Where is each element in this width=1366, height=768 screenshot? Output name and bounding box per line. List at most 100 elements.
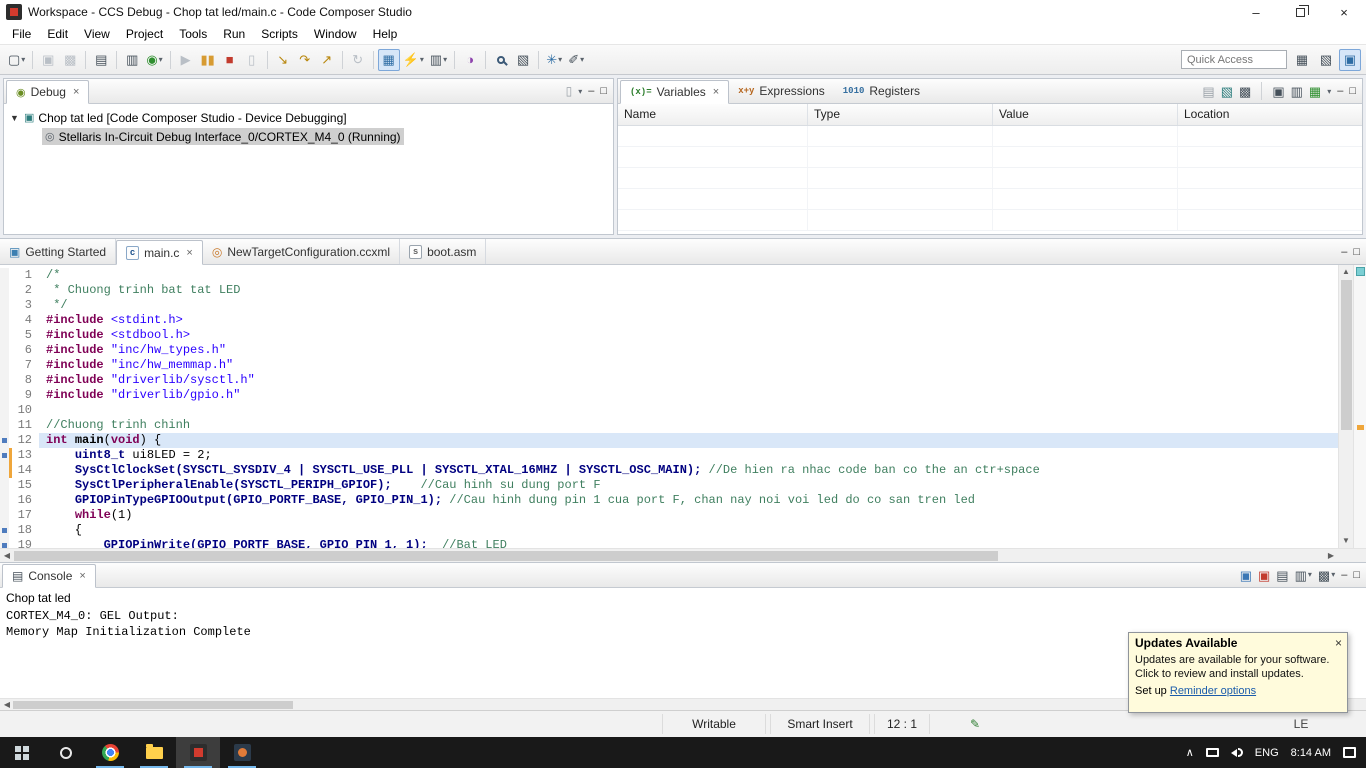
table-row[interactable]	[618, 210, 1362, 231]
menu-file[interactable]: File	[4, 24, 39, 44]
dropdown-arrow-icon[interactable]: ▾	[443, 55, 447, 64]
overview-ruler[interactable]	[1353, 265, 1366, 548]
code-line[interactable]: 11//Chuong trinh chinh	[0, 418, 1338, 433]
tab-registers[interactable]: 1010 Registers	[834, 79, 929, 103]
line-number[interactable]: 4	[9, 313, 39, 328]
tab-main-c[interactable]: c main.c ×	[116, 240, 203, 265]
minimize-view-icon[interactable]: –	[1341, 246, 1347, 258]
menu-tools[interactable]: Tools	[171, 24, 215, 44]
code-line[interactable]: 1/*	[0, 268, 1338, 283]
line-number[interactable]: 12	[9, 433, 39, 448]
line-number[interactable]: 10	[9, 403, 39, 418]
table-row[interactable]	[618, 189, 1362, 210]
line-number[interactable]: 1	[9, 268, 39, 283]
tab-debug[interactable]: ◉ Debug ×	[6, 80, 89, 104]
restore-icon[interactable]	[1278, 0, 1322, 24]
annotation-marker-cyan[interactable]	[1356, 267, 1365, 276]
line-number[interactable]: 7	[9, 358, 39, 373]
open-console-icon[interactable]: ▩▾	[1318, 569, 1335, 582]
new-icon[interactable]: ▢▾	[5, 49, 28, 71]
step-into-icon[interactable]: ↘	[272, 49, 294, 71]
print-icon[interactable]: ▤	[90, 49, 112, 71]
table-row[interactable]	[618, 168, 1362, 189]
language-indicator[interactable]: ENG	[1255, 747, 1279, 759]
code-line[interactable]: 10	[0, 403, 1338, 418]
menu-scripts[interactable]: Scripts	[253, 24, 306, 44]
minimize-view-icon[interactable]: –	[588, 85, 594, 97]
table-row[interactable]	[618, 126, 1362, 147]
menu-window[interactable]: Window	[306, 24, 365, 44]
line-number[interactable]: 18	[9, 523, 39, 538]
dropdown-arrow-icon[interactable]: ▾	[21, 55, 25, 64]
dropdown-arrow-icon[interactable]: ▾	[159, 55, 163, 64]
maximize-view-icon[interactable]: □	[1353, 246, 1360, 258]
debug-tree-core[interactable]: ◎ Stellaris In-Circuit Debug Interface_0…	[4, 127, 613, 146]
show-type-names-icon[interactable]: ▤	[1202, 85, 1214, 98]
disconnect-icon[interactable]: ▯	[241, 49, 263, 71]
open-perspective-icon[interactable]: ▦	[1291, 49, 1313, 71]
reminder-options-link[interactable]: Reminder options	[1170, 685, 1256, 697]
scroll-right-icon[interactable]: ▶	[1324, 549, 1338, 562]
tab-close-icon[interactable]: ×	[186, 247, 192, 259]
code-line[interactable]: 4#include <stdint.h>	[0, 313, 1338, 328]
tab-console[interactable]: ▤ Console ×	[2, 564, 96, 588]
dropdown-arrow-icon[interactable]: ▾	[1331, 571, 1335, 579]
step-over-icon[interactable]: ↷	[294, 49, 316, 71]
code-line[interactable]: 16 GPIOPinTypeGPIOOutput(GPIO_PORTF_BASE…	[0, 493, 1338, 508]
connect-target-icon[interactable]: ▦	[378, 49, 400, 71]
dropdown-arrow-icon[interactable]: ▾	[420, 55, 424, 64]
code-line[interactable]: 9#include "driverlib/gpio.h"	[0, 388, 1338, 403]
horizontal-scrollbar[interactable]: ◀ ▶	[0, 548, 1366, 562]
taskbar-search-icon[interactable]	[44, 737, 88, 768]
code-line[interactable]: 2 * Chuong trinh bat tat LED	[0, 283, 1338, 298]
taskbar-file-explorer-icon[interactable]	[132, 737, 176, 768]
ccs-debug-perspective-icon[interactable]: ▣	[1339, 49, 1361, 71]
code-line[interactable]: 14 SysCtlClockSet(SYSCTL_SYSDIV_4 | SYSC…	[0, 463, 1338, 478]
action-center-icon[interactable]	[1343, 747, 1356, 758]
maximize-view-icon[interactable]: □	[600, 85, 607, 97]
show-console-on-output-icon[interactable]: ▣	[1240, 569, 1252, 582]
line-number[interactable]: 11	[9, 418, 39, 433]
menu-help[interactable]: Help	[365, 24, 406, 44]
tab-boot-asm[interactable]: s boot.asm	[400, 239, 486, 264]
horizontal-scroll-thumb[interactable]	[14, 551, 998, 561]
step-return-icon[interactable]: ↗	[316, 49, 338, 71]
scroll-down-icon[interactable]: ▼	[1342, 534, 1350, 548]
profile-icon[interactable]: ◑	[459, 49, 481, 71]
show-console-on-error-icon[interactable]: ▣	[1258, 569, 1270, 582]
new-target-configuration-icon[interactable]: ▥	[121, 49, 143, 71]
new-watch-expression-icon[interactable]: ▣	[1272, 85, 1284, 98]
maximize-view-icon[interactable]: □	[1349, 85, 1356, 97]
code-line[interactable]: 8#include "driverlib/sysctl.h"	[0, 373, 1338, 388]
line-number[interactable]: 5	[9, 328, 39, 343]
taskbar-chrome-icon[interactable]	[88, 737, 132, 768]
ccs-edit-perspective-icon[interactable]: ▧	[1315, 49, 1337, 71]
tab-close-icon[interactable]: ×	[79, 570, 85, 582]
menu-project[interactable]: Project	[118, 24, 171, 44]
dropdown-arrow-icon[interactable]: ▾	[580, 55, 584, 64]
code-line[interactable]: 6#include "inc/hw_types.h"	[0, 343, 1338, 358]
view-menu-icon[interactable]: ▾	[1327, 87, 1331, 96]
view-menu-icon[interactable]: ▾	[578, 87, 582, 96]
menu-edit[interactable]: Edit	[39, 24, 76, 44]
column-value[interactable]: Value	[993, 104, 1178, 125]
code-line[interactable]: 13 uint8_t ui8LED = 2;	[0, 448, 1338, 463]
open-element-icon[interactable]: ▧	[512, 49, 534, 71]
remove-terminated-icon[interactable]: ▯	[566, 85, 573, 97]
code-line[interactable]: 17 while(1)	[0, 508, 1338, 523]
hidden-icons-chevron-icon[interactable]: ∧	[1186, 746, 1194, 759]
volume-icon[interactable]	[1231, 748, 1243, 757]
minimize-view-icon[interactable]: –	[1337, 85, 1343, 97]
table-row[interactable]	[618, 147, 1362, 168]
code-line[interactable]: 19 GPIOPinWrite(GPIO_PORTF_BASE, GPIO_PI…	[0, 538, 1338, 548]
dropdown-arrow-icon[interactable]: ▾	[1308, 571, 1312, 579]
search-icon[interactable]	[490, 49, 512, 71]
code-editor[interactable]: 1/*2 * Chuong trinh bat tat LED3 */4#inc…	[0, 265, 1366, 548]
minimize-icon[interactable]: –	[1234, 0, 1278, 24]
line-number[interactable]: 13	[9, 448, 39, 463]
suspend-icon[interactable]: ▮▮	[197, 49, 219, 71]
debug-icon[interactable]: ◉▾	[143, 49, 165, 71]
taskbar-ccs-icon[interactable]	[176, 737, 220, 768]
display-tray-icon[interactable]	[1206, 748, 1219, 757]
taskbar-eclipse-java-icon[interactable]	[220, 737, 264, 768]
